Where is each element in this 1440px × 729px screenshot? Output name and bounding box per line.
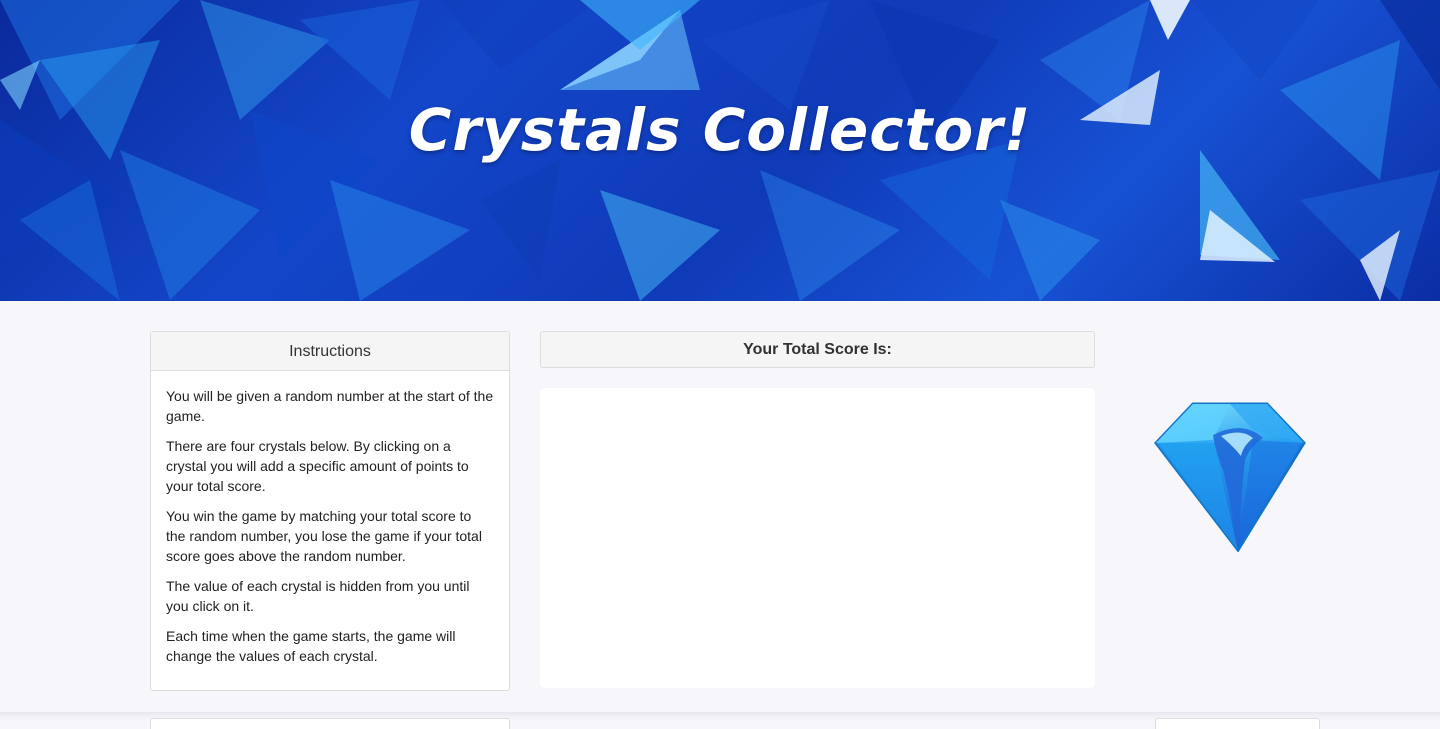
bottom-left-panel <box>150 718 510 729</box>
instructions-body: You will be given a random number at the… <box>151 371 509 686</box>
score-display <box>540 388 1095 688</box>
instruction-text: You will be given a random number at the… <box>166 388 494 424</box>
page-title: Crystals Collector! <box>408 96 1032 164</box>
instruction-text: There are four crystals below. By clicki… <box>166 438 469 494</box>
instruction-text: The value of each crystal is hidden from… <box>166 578 470 614</box>
instructions-panel: Instructions You will be given a random … <box>150 331 510 691</box>
bottom-right-panel <box>1155 718 1320 729</box>
blue-diamond-icon <box>1154 402 1306 553</box>
instruction-text: You win the game by matching your total … <box>166 508 482 564</box>
header-banner: Crystals Collector! <box>0 0 1440 301</box>
total-score-value <box>540 388 1095 518</box>
score-heading: Your Total Score Is: <box>540 331 1095 368</box>
crystal-button[interactable] <box>1153 400 1307 553</box>
instruction-text: Each time when the game starts, the game… <box>166 628 456 664</box>
instructions-heading: Instructions <box>151 332 509 371</box>
